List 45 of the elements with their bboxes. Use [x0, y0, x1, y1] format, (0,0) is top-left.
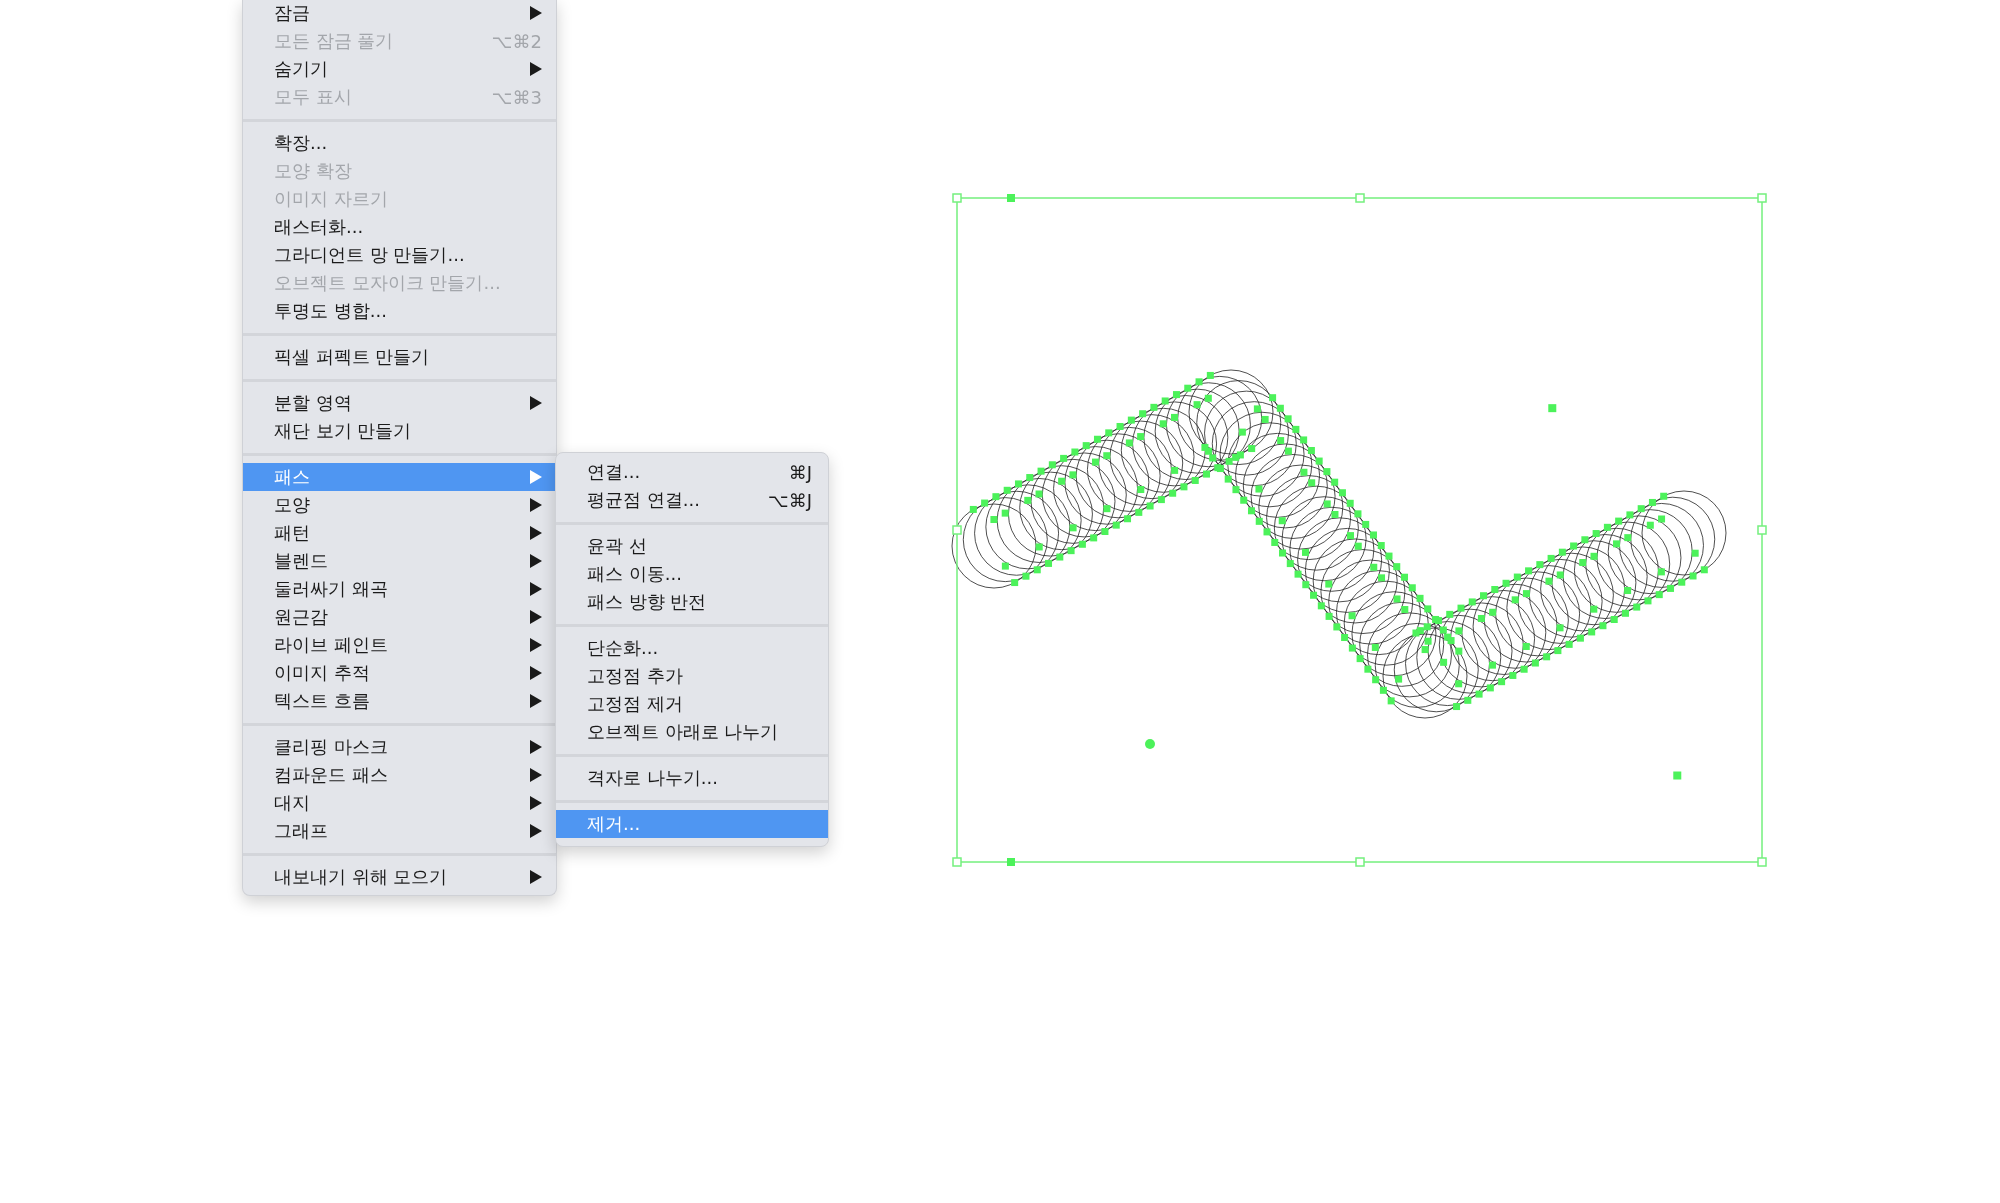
menu-item[interactable]: 이미지 추적 [243, 659, 556, 687]
menu-item[interactable]: 내보내기 위해 모으기 [243, 863, 556, 891]
menu-item[interactable]: 패스 방향 반전 [556, 588, 828, 616]
menu-item[interactable]: 래스터화... [243, 213, 556, 241]
menu-item[interactable]: 블렌드 [243, 547, 556, 575]
anchor-point-icon [1145, 739, 1155, 749]
resize-handle[interactable] [1757, 525, 1767, 535]
menu-item[interactable]: 고정점 추가 [556, 662, 828, 690]
resize-handle[interactable] [1355, 193, 1365, 203]
menu-item[interactable]: 원근감 [243, 603, 556, 631]
resize-handle[interactable] [952, 525, 962, 535]
anchor-point-icon [1548, 404, 1557, 413]
menu-item[interactable]: 고정점 제거 [556, 690, 828, 718]
anchor-point-icon [1673, 771, 1682, 780]
menu-item[interactable]: 단순화... [556, 634, 828, 662]
menu-item[interactable]: 컴파운드 패스 [243, 761, 556, 789]
menu-item[interactable]: 분할 영역 [243, 389, 556, 417]
menu-item[interactable]: 패턴 [243, 519, 556, 547]
resize-handle[interactable] [952, 193, 962, 203]
anchor-point-icon [1007, 858, 1015, 866]
menu-item[interactable]: 픽셀 퍼펙트 만들기 [243, 343, 556, 371]
menu-item[interactable]: 그래프 [243, 817, 556, 845]
menu-item[interactable]: 투명도 병합... [243, 297, 556, 325]
menu-item[interactable]: 잠금 [243, 0, 556, 27]
resize-handle[interactable] [952, 857, 962, 867]
menu-item[interactable]: 텍스트 흐름 [243, 687, 556, 715]
menu-item[interactable]: 라이브 페인트 [243, 631, 556, 659]
menu-item[interactable]: 격자로 나누기... [556, 764, 828, 792]
resize-handle[interactable] [1757, 857, 1767, 867]
menu-item[interactable]: 오브젝트 아래로 나누기 [556, 718, 828, 746]
resize-handle[interactable] [1355, 857, 1365, 867]
anchor-point-icon [1007, 194, 1015, 202]
menu-item[interactable]: 대지 [243, 789, 556, 817]
menu-item[interactable]: 패스 이동... [556, 560, 828, 588]
menu-item[interactable]: 둘러싸기 왜곡 [243, 575, 556, 603]
menu-item[interactable]: 숨기기 [243, 55, 556, 83]
menu-item[interactable]: 평균점 연결... ⌥⌘J [556, 486, 828, 514]
menu-item[interactable]: 모양 [243, 491, 556, 519]
resize-handle[interactable] [1757, 193, 1767, 203]
menu-item[interactable]: 윤곽 선 [556, 532, 828, 560]
menu-item[interactable]: 그라디언트 망 만들기... [243, 241, 556, 269]
menu-item[interactable]: 연결... ⌘J [556, 458, 828, 486]
menu-item[interactable]: 재단 보기 만들기 [243, 417, 556, 445]
menu-item[interactable]: 확장... [243, 129, 556, 157]
menu-item[interactable]: 클리핑 마스크 [243, 733, 556, 761]
